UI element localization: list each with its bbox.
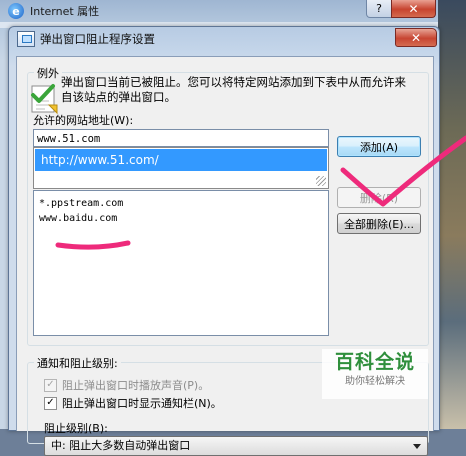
watermark-title: 百科全说 <box>334 351 415 373</box>
internet-explorer-icon: e <box>8 3 24 19</box>
outer-titlebar: e Internet 属性 <box>8 0 99 22</box>
autocomplete-suggestion[interactable]: http://www.51.com/ <box>35 149 327 171</box>
blocking-level-label: 阻止级别(B): <box>44 422 108 435</box>
blocking-level-value: 中: 阻止大多数自动弹出窗口 <box>51 439 191 452</box>
show-bar-label: 阻止弹出窗口时显示通知栏(N)。 <box>62 397 222 410</box>
list-item[interactable]: www.baidu.com <box>39 213 117 224</box>
list-item[interactable]: *.ppstream.com <box>39 198 123 209</box>
checkmark-icon: ✓ <box>44 378 57 392</box>
dialog-title: 弹出窗口阻止程序设置 <box>40 32 155 46</box>
baike-watermark: 百科全说 助你轻松解决 <box>322 349 428 399</box>
autocomplete-dropdown: http://www.51.com/ <box>33 147 329 189</box>
desktop-background <box>438 0 466 429</box>
play-sound-label: 阻止弹出窗口时播放声音(P)。 <box>62 379 210 392</box>
notifications-group-label: 通知和阻止级别: <box>34 355 121 371</box>
site-address-input[interactable]: www.51.com <box>33 129 329 147</box>
exceptions-description: 弹出窗口当前已被阻止。您可以将特定网站添加到下表中从而允许来自该站点的弹出窗口。 <box>61 75 406 104</box>
show-notification-bar-checkbox[interactable]: ✓ 阻止弹出窗口时显示通知栏(N)。 <box>44 395 222 411</box>
dialog-close-button[interactable]: ✕ <box>395 28 437 47</box>
exceptions-group-label: 例外 <box>34 65 62 81</box>
allowed-sites-label: 允许的网站地址(W): <box>33 114 134 127</box>
watermark-subtitle: 助你轻松解决 <box>345 376 405 387</box>
remove-button[interactable]: 删除(R) <box>337 187 421 208</box>
window-icon <box>17 31 35 47</box>
help-button[interactable]: ? <box>366 0 392 18</box>
outer-window-title: Internet 属性 <box>30 5 100 18</box>
add-button[interactable]: 添加(A) <box>337 136 421 157</box>
play-sound-checkbox[interactable]: ✓ 阻止弹出窗口时播放声音(P)。 <box>44 377 209 393</box>
checkmark-icon: ✓ <box>44 396 57 410</box>
dialog-titlebar: 弹出窗口阻止程序设置 <box>17 31 155 47</box>
blocking-level-select[interactable]: 中: 阻止大多数自动弹出窗口 <box>44 436 428 456</box>
remove-all-button[interactable]: 全部删除(E)... <box>337 213 421 234</box>
chevron-down-icon <box>413 444 421 449</box>
shield-check-icon <box>31 84 58 115</box>
allowed-sites-list[interactable]: *.ppstream.com www.baidu.com <box>33 190 329 336</box>
outer-close-button[interactable]: ✕ <box>391 0 436 18</box>
resize-grip-icon[interactable] <box>316 176 326 186</box>
